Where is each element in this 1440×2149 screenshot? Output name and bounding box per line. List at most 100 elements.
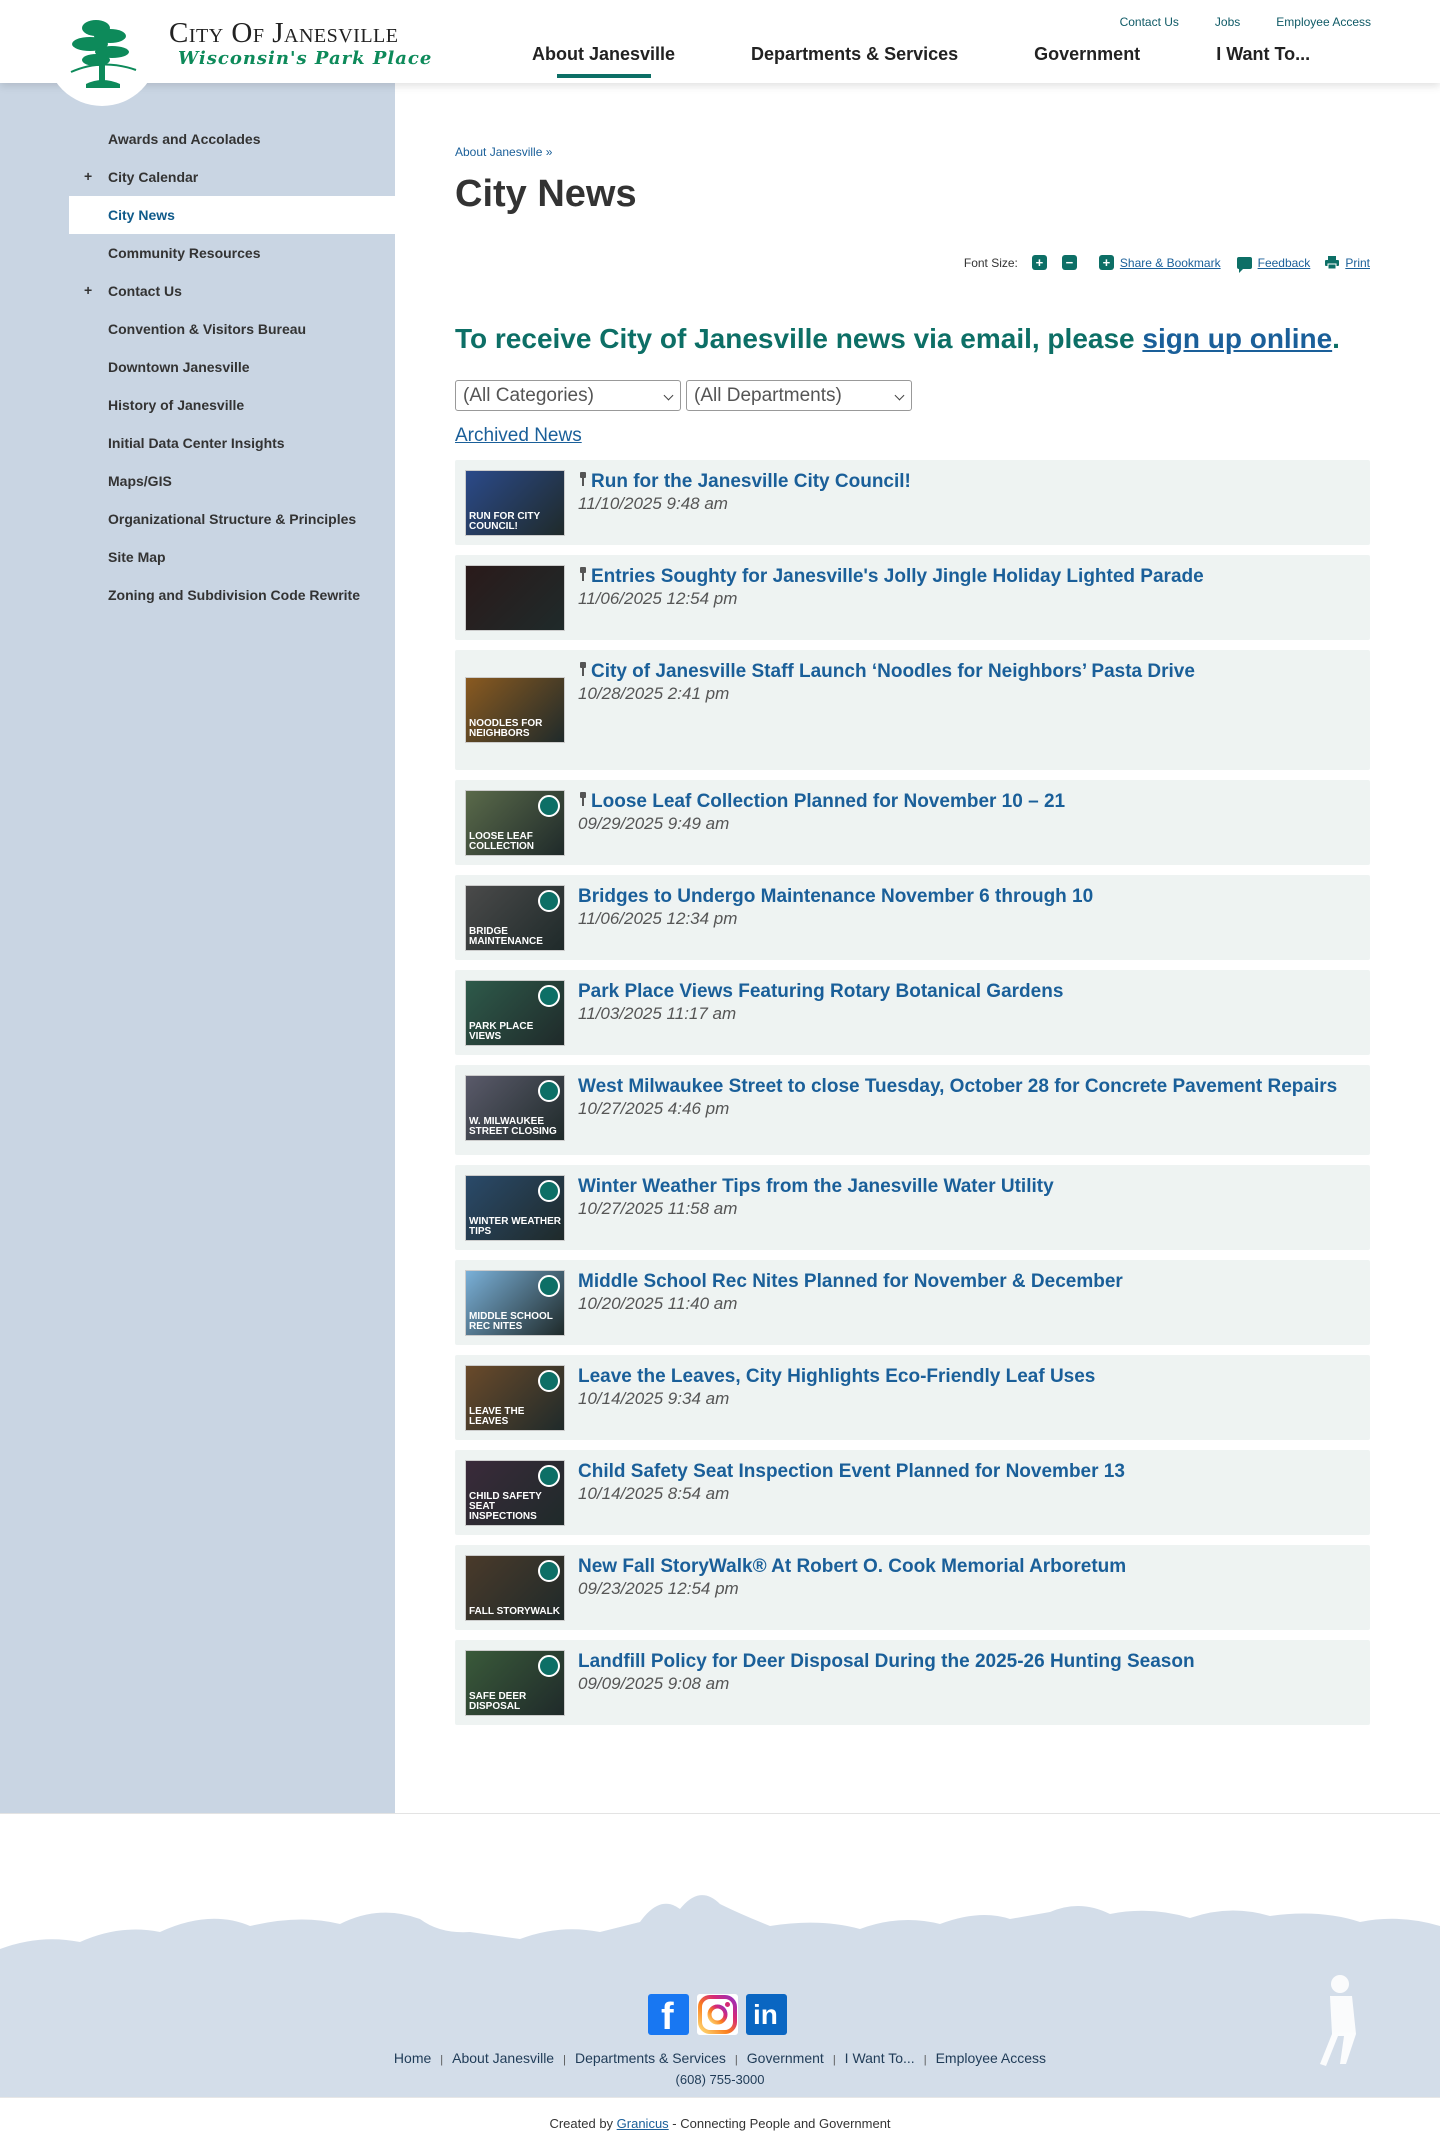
news-text: City of Janesville Staff Launch ‘Noodles…	[578, 660, 1358, 704]
footer-link-employee-access[interactable]: Employee Access	[936, 2050, 1047, 2066]
nav-departments-services[interactable]: Departments & Services	[751, 44, 958, 89]
news-date: 11/06/2025 12:54 pm	[578, 589, 738, 608]
news-item[interactable]: Entries Soughty for Janesville's Jolly J…	[455, 555, 1370, 640]
news-title-link[interactable]: Loose Leaf Collection Planned for Novemb…	[578, 790, 1358, 814]
news-item[interactable]: Middle School Rec Nites Middle School Rec…	[455, 1260, 1370, 1345]
department-select[interactable]: (All Departments)	[686, 380, 912, 411]
breadcrumb[interactable]: About Janesville »	[455, 145, 552, 159]
sidebar-item-label: Zoning and Subdivision Code Rewrite	[108, 587, 361, 603]
granicus-link[interactable]: Granicus	[617, 2116, 669, 2131]
font-increase-icon[interactable]: +	[1031, 255, 1047, 270]
news-title-link[interactable]: Entries Soughty for Janesville's Jolly J…	[578, 565, 1358, 589]
util-link-jobs[interactable]: Jobs	[1215, 15, 1240, 29]
sidebar-item-awards-and-accolades[interactable]: Awards and Accolades	[69, 120, 395, 158]
print-button[interactable]: Print	[1325, 256, 1370, 270]
sidebar-item-city-news[interactable]: City News	[69, 196, 395, 234]
news-thumbnail[interactable]	[465, 565, 565, 631]
sidebar-item-zoning-and-subdivision-code-rewrite[interactable]: Zoning and Subdivision Code Rewrite	[69, 576, 395, 614]
pin-icon	[578, 567, 588, 582]
logo-title[interactable]: City Of Janesville	[169, 17, 399, 50]
thumbnail-caption: Loose Leaf Collection	[469, 831, 534, 852]
news-item[interactable]: Winter Weather Tips Winter Weather Tips f…	[455, 1165, 1370, 1250]
news-thumbnail[interactable]: Fall StoryWalk	[465, 1555, 565, 1621]
city-badge-icon	[538, 1560, 560, 1582]
share-bookmark-button[interactable]: + Share & Bookmark	[1098, 255, 1221, 270]
news-thumbnail[interactable]: Child Safety Seat Inspections	[465, 1460, 565, 1526]
chevron-down-icon	[663, 390, 674, 401]
font-decrease-icon[interactable]: −	[1061, 255, 1077, 270]
feedback-button[interactable]: Feedback	[1236, 256, 1310, 273]
news-thumbnail[interactable]: W. Milwaukee Street Closing	[465, 1075, 565, 1141]
sidebar-item-convention-visitors-bureau[interactable]: Convention & Visitors Bureau	[69, 310, 395, 348]
footer-link-departments-services[interactable]: Departments & Services	[575, 2050, 726, 2066]
nav-i-want-to[interactable]: I Want To...	[1216, 44, 1310, 89]
page-tools: Font Size: + − + Share & Bookmark Feedba…	[964, 255, 1370, 273]
news-thumbnail[interactable]: Bridge Maintenance	[465, 885, 565, 951]
signup-link[interactable]: sign up online	[1142, 323, 1332, 354]
news-thumbnail[interactable]: Loose Leaf Collection	[465, 790, 565, 856]
thumbnail-caption: Safe Deer Disposal	[469, 1691, 527, 1712]
tree-logo-icon[interactable]	[66, 14, 140, 92]
expand-plus-icon[interactable]: +	[84, 282, 92, 298]
news-thumbnail[interactable]: Middle School Rec Nites	[465, 1270, 565, 1336]
news-thumbnail[interactable]: Run for City Council!	[465, 470, 565, 536]
footer-link-home[interactable]: Home	[394, 2050, 431, 2066]
linkedin-icon[interactable]: in	[746, 1994, 787, 2035]
credit-bar: Created by Granicus - Connecting People …	[0, 2097, 1440, 2149]
news-title-link[interactable]: Middle School Rec Nites Planned for Nove…	[578, 1270, 1358, 1294]
news-item[interactable]: Child Safety Seat Inspections Child Safet…	[455, 1450, 1370, 1535]
category-select[interactable]: (All Categories)	[455, 380, 681, 411]
sidebar-item-community-resources[interactable]: Community Resources	[69, 234, 395, 272]
nav-about-janesville[interactable]: About Janesville	[532, 44, 675, 89]
news-title-link[interactable]: Leave the Leaves, City Highlights Eco-Fr…	[578, 1365, 1358, 1389]
sidebar-item-organizational-structure-principles[interactable]: Organizational Structure & Principles	[69, 500, 395, 538]
thumbnail-caption: Winter Weather Tips	[469, 1216, 562, 1237]
news-thumbnail[interactable]: Safe Deer Disposal	[465, 1650, 565, 1716]
news-thumbnail[interactable]: Noodles for Neighbors	[465, 677, 565, 743]
footer-phone[interactable]: (608) 755-3000	[0, 2072, 1440, 2087]
sidebar-item-contact-us[interactable]: + Contact Us	[69, 272, 395, 310]
instagram-icon[interactable]	[697, 1994, 738, 2035]
footer-link-government[interactable]: Government	[747, 2050, 824, 2066]
news-title-link[interactable]: New Fall StoryWalk® At Robert O. Cook Me…	[578, 1555, 1358, 1579]
news-title-link[interactable]: Landfill Policy for Deer Disposal During…	[578, 1650, 1358, 1674]
news-item[interactable]: Safe Deer Disposal Landfill Policy for De…	[455, 1640, 1370, 1725]
news-title-link[interactable]: City of Janesville Staff Launch ‘Noodles…	[578, 660, 1358, 684]
city-badge-icon	[538, 1370, 560, 1392]
thumbnail-caption: Fall StoryWalk	[469, 1606, 560, 1617]
news-item[interactable]: Park Place Views Park Place Views Featuri…	[455, 970, 1370, 1055]
news-title-link[interactable]: West Milwaukee Street to close Tuesday, …	[578, 1075, 1358, 1099]
sidebar-item-maps-gis[interactable]: Maps/GIS	[69, 462, 395, 500]
footer-link-about-janesville[interactable]: About Janesville	[452, 2050, 554, 2066]
expand-plus-icon[interactable]: +	[84, 168, 92, 184]
news-title-link[interactable]: Winter Weather Tips from the Janesville …	[578, 1175, 1358, 1199]
news-item[interactable]: Leave the Leaves Leave the Leaves, City H…	[455, 1355, 1370, 1440]
news-item[interactable]: Loose Leaf Collection Loose Leaf Collecti…	[455, 780, 1370, 865]
sidebar-item-site-map[interactable]: Site Map	[69, 538, 395, 576]
news-item[interactable]: W. Milwaukee Street Closing West Milwauke…	[455, 1065, 1370, 1155]
news-title-link[interactable]: Child Safety Seat Inspection Event Plann…	[578, 1460, 1358, 1484]
credit-prefix: Created by	[549, 2116, 617, 2131]
sidebar-item-label: Organizational Structure & Principles	[108, 511, 357, 527]
news-item[interactable]: Noodles for Neighbors City of Janesville …	[455, 650, 1370, 770]
archived-news-link[interactable]: Archived News	[455, 425, 582, 447]
news-title-link[interactable]: Park Place Views Featuring Rotary Botani…	[578, 980, 1358, 1004]
news-filters: (All Categories) (All Departments)	[455, 380, 912, 411]
sidebar-item-city-calendar[interactable]: + City Calendar	[69, 158, 395, 196]
sidebar-item-history-of-janesville[interactable]: History of Janesville	[69, 386, 395, 424]
news-thumbnail[interactable]: Park Place Views	[465, 980, 565, 1046]
nav-government[interactable]: Government	[1034, 44, 1140, 89]
news-thumbnail[interactable]: Winter Weather Tips	[465, 1175, 565, 1241]
footer-link-i-want-to[interactable]: I Want To...	[845, 2050, 915, 2066]
util-link-employee-access[interactable]: Employee Access	[1276, 15, 1371, 29]
news-title-link[interactable]: Run for the Janesville City Council!	[578, 470, 1358, 494]
news-item[interactable]: Bridge Maintenance Bridges to Undergo Mai…	[455, 875, 1370, 960]
sidebar-item-downtown-janesville[interactable]: Downtown Janesville	[69, 348, 395, 386]
news-thumbnail[interactable]: Leave the Leaves	[465, 1365, 565, 1431]
facebook-icon[interactable]: f	[648, 1994, 689, 2038]
news-item[interactable]: Run for City Council! Run for the Janesvi…	[455, 460, 1370, 545]
sidebar-item-initial-data-center-insights[interactable]: Initial Data Center Insights	[69, 424, 395, 462]
news-title-link[interactable]: Bridges to Undergo Maintenance November …	[578, 885, 1358, 909]
news-item[interactable]: Fall StoryWalk New Fall StoryWalk® At Rob…	[455, 1545, 1370, 1630]
util-link-contact-us[interactable]: Contact Us	[1120, 15, 1179, 29]
